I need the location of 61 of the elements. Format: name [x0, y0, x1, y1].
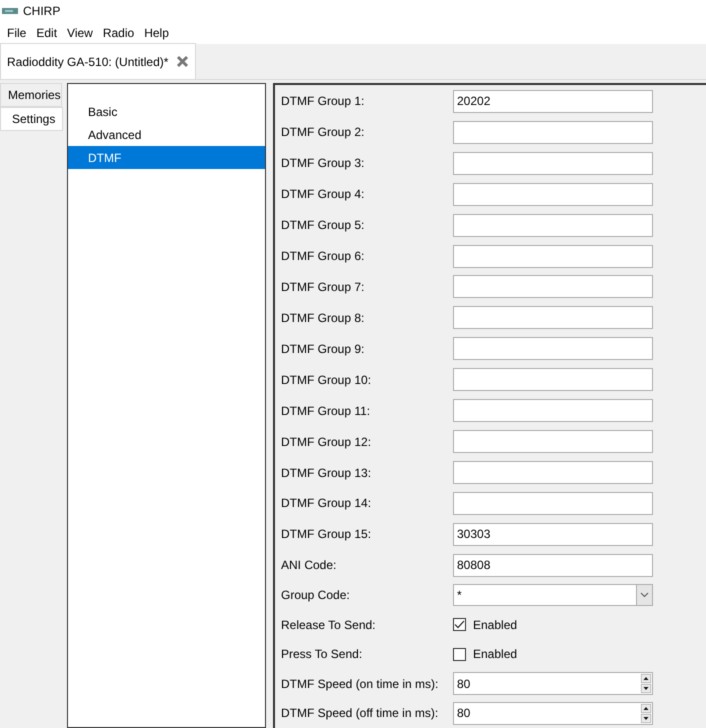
- field-label: DTMF Group 14:: [281, 495, 372, 512]
- field-label: ANI Code:: [281, 557, 338, 574]
- text-field[interactable]: [453, 306, 653, 330]
- document-tab[interactable]: Radioddity GA-510: (Untitled)*: [0, 43, 196, 79]
- field-label: DTMF Group 12:: [281, 434, 372, 451]
- field-label: DTMF Group 15:: [281, 526, 372, 544]
- side-tab[interactable]: Memories: [0, 83, 62, 107]
- text-field[interactable]: [453, 244, 653, 268]
- field-label: DTMF Group 10:: [281, 372, 372, 389]
- window-title: CHIRP: [23, 3, 60, 20]
- spin-field[interactable]: 80: [453, 702, 653, 725]
- field-label: DTMF Group 2:: [281, 124, 366, 142]
- field-label: DTMF Group 5:: [281, 217, 366, 234]
- text-field[interactable]: [453, 399, 653, 422]
- text-field[interactable]: [453, 492, 653, 515]
- text-field[interactable]: [453, 275, 653, 298]
- text-field[interactable]: [453, 337, 653, 360]
- text-field[interactable]: [453, 430, 653, 454]
- text-field[interactable]: 80808: [453, 554, 653, 577]
- field-label: Release To Send:: [281, 616, 377, 634]
- checkbox-label: Enabled: [473, 646, 518, 664]
- text-field[interactable]: [453, 182, 653, 206]
- menu-item[interactable]: File: [2, 24, 32, 42]
- text-field[interactable]: [453, 368, 653, 392]
- checkbox[interactable]: [453, 618, 466, 632]
- menu-item[interactable]: Edit: [31, 24, 62, 42]
- tree-item[interactable]: Basic: [68, 100, 265, 123]
- field-label: Group Code:: [281, 587, 351, 604]
- field-label: DTMF Group 9:: [281, 340, 366, 358]
- tree-item[interactable]: Advanced: [68, 123, 265, 146]
- text-field[interactable]: [453, 120, 653, 144]
- menu-item[interactable]: View: [62, 24, 98, 42]
- text-field[interactable]: 20202: [453, 90, 653, 113]
- field-label: DTMF Group 8:: [281, 310, 366, 327]
- field-label: DTMF Group 13:: [281, 464, 372, 482]
- field-label: DTMF Group 6:: [281, 248, 366, 266]
- field-label: DTMF Group 7:: [281, 278, 366, 296]
- field-label: DTMF Group 3:: [281, 155, 366, 172]
- checkbox[interactable]: [453, 648, 466, 661]
- spin-field[interactable]: 80: [453, 672, 653, 696]
- checkbox-label: Enabled: [473, 616, 518, 634]
- side-tab[interactable]: Settings: [0, 107, 63, 131]
- menu-item[interactable]: Radio: [98, 24, 140, 42]
- text-field[interactable]: [453, 214, 653, 237]
- spin-arrows-icon: [641, 704, 651, 723]
- field-label: DTMF Group 1:: [281, 93, 366, 110]
- text-field[interactable]: 30303: [453, 522, 653, 546]
- text-field[interactable]: [453, 461, 653, 484]
- text-field[interactable]: [453, 152, 653, 175]
- field-label: Press To Send:: [281, 646, 364, 664]
- radio-icon: [2, 7, 18, 15]
- field-label: DTMF Speed (off time in ms):: [281, 705, 440, 722]
- tree-item[interactable]: DTMF: [68, 146, 265, 169]
- close-icon[interactable]: [176, 55, 190, 68]
- field-label: DTMF Group 11:: [281, 402, 372, 420]
- chevron-icon: [636, 585, 652, 606]
- spin-arrows-icon: [641, 674, 651, 694]
- field-label: DTMF Group 4:: [281, 186, 366, 204]
- dropdown[interactable]: *: [453, 584, 653, 606]
- field-label: DTMF Speed (on time in ms):: [281, 676, 440, 693]
- menu-item[interactable]: Help: [139, 24, 174, 42]
